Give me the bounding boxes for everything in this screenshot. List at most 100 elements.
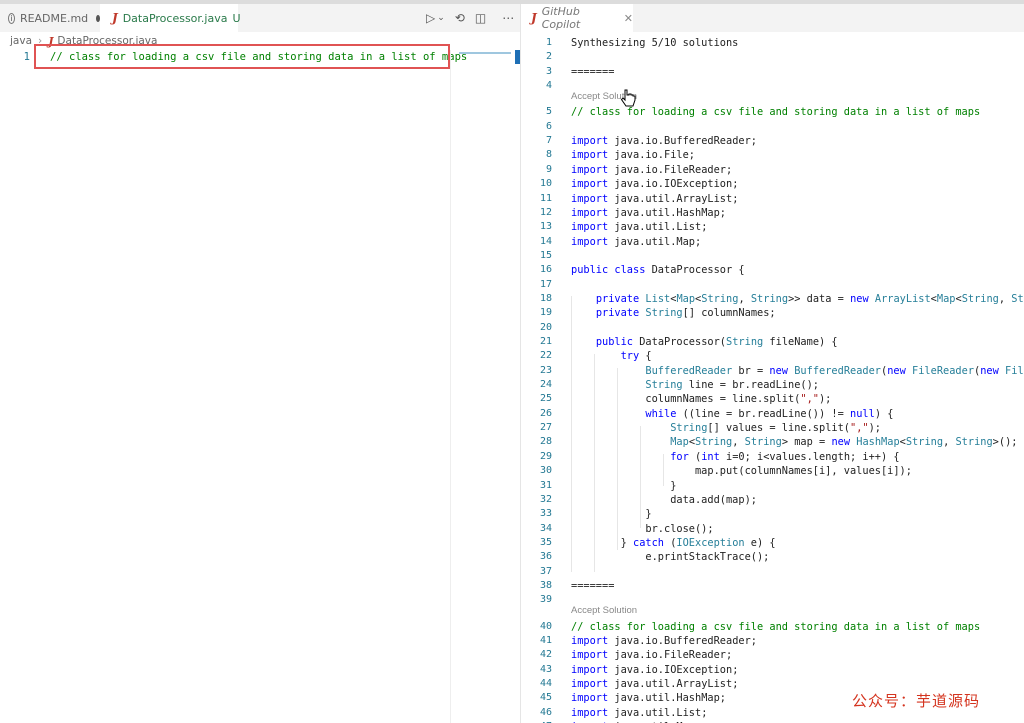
code-line[interactable]: 36 e.printStackTrace();: [521, 550, 1024, 564]
code-line[interactable]: 5// class for loading a csv file and sto…: [521, 105, 1024, 119]
code-text: }: [571, 508, 652, 521]
code-line[interactable]: 6: [521, 120, 1024, 134]
line-number: 27: [539, 422, 552, 434]
split-editor-icon[interactable]: ◫: [475, 11, 486, 25]
code-line[interactable]: 26 while ((line = br.readLine()) != null…: [521, 407, 1024, 421]
close-icon[interactable]: ✕: [624, 12, 633, 25]
chevron-down-icon[interactable]: ⌄: [437, 13, 445, 23]
java-file-icon: J: [112, 11, 118, 25]
copilot-solutions-panel[interactable]: Accept Solution Accept Solution 1 Synthes…: [521, 32, 1024, 723]
code-line[interactable]: 32 data.add(map);: [521, 493, 1024, 507]
line-number: 33: [539, 508, 552, 520]
tab-label: README.md: [19, 11, 89, 25]
code-line[interactable]: 4: [521, 79, 1024, 93]
code-line[interactable]: 15: [521, 249, 1024, 263]
code-line[interactable]: 13 import java.util.List;: [521, 220, 1024, 234]
code-line[interactable]: 41 import java.io.BufferedReader;: [521, 634, 1024, 648]
watermark: 公众号：芋道源码: [852, 692, 981, 710]
code-line[interactable]: 39: [521, 593, 1024, 607]
code-text: br.close();: [571, 522, 714, 535]
code-text: map.put(columnNames[i], values[i]);: [571, 465, 912, 478]
java-file-icon: J: [531, 11, 537, 25]
minimap-line: [459, 52, 511, 54]
code-line[interactable]: 21 public DataProcessor(String fileName)…: [521, 335, 1024, 349]
code-line[interactable]: 2: [521, 50, 1024, 64]
left-editor-group: i README.md J DataProcessor.java U ▷ ⌄ ⟲…: [0, 4, 520, 723]
hand-cursor-icon: [620, 89, 636, 107]
line-number: 35: [539, 536, 552, 548]
code-line[interactable]: 34 br.close();: [521, 522, 1024, 536]
more-actions-icon[interactable]: ⋯: [502, 11, 514, 25]
minimap[interactable]: [450, 50, 520, 723]
code-line[interactable]: 9 import java.io.FileReader;: [521, 163, 1024, 177]
code-text: =======: [571, 579, 615, 592]
code-line[interactable]: 20: [521, 321, 1024, 335]
code-text: // class for loading a csv file and stor…: [571, 620, 981, 633]
line-number: 21: [539, 336, 552, 347]
code-text: import java.io.BufferedReader;: [571, 135, 757, 148]
run-icon[interactable]: ▷: [426, 11, 435, 25]
line-number: 29: [539, 450, 552, 462]
code-text: private List<Map<String, String>> data =…: [595, 292, 1024, 305]
line-number: 36: [539, 551, 552, 563]
code-line[interactable]: 23 BufferedReader br = new BufferedReade…: [521, 364, 1024, 378]
code-line[interactable]: 1 Synthesizing 5/10 solutions: [521, 36, 1024, 50]
code-line[interactable]: 11 import java.util.ArrayList;: [521, 192, 1024, 206]
code-line[interactable]: 38 =======: [521, 579, 1024, 593]
compare-changes-icon[interactable]: ⟲: [455, 11, 465, 25]
code-line[interactable]: 27 String[] values = line.split(",");: [521, 421, 1024, 435]
breadcrumb-folder[interactable]: java: [10, 35, 32, 47]
code-line[interactable]: 18 private List<Map<String, String>> dat…: [521, 292, 1024, 306]
line-number: 8: [545, 149, 552, 161]
tab-label: GitHub Copilot: [541, 5, 581, 31]
code-line[interactable]: 28 Map<String, String> map = new HashMap…: [521, 435, 1024, 449]
code-line[interactable]: 33 }: [521, 507, 1024, 521]
code-line[interactable]: 43 import java.io.IOException;: [521, 663, 1024, 677]
code-line[interactable]: 30 map.put(columnNames[i], values[i]);: [521, 464, 1024, 478]
code-line[interactable]: 7 import java.io.BufferedReader;: [521, 134, 1024, 148]
code-line[interactable]: 37: [521, 565, 1024, 579]
code-text: for (int i=0; i<values.length; i++) {: [670, 450, 900, 463]
code-text: import java.io.BufferedReader;: [571, 635, 757, 647]
line-number: 39: [539, 594, 552, 606]
code-line[interactable]: 44 import java.util.ArrayList;: [521, 677, 1024, 691]
code-line[interactable]: 22 try {: [521, 349, 1024, 363]
line-number: 38: [539, 579, 552, 591]
code-line[interactable]: 40 // class for loading a csv file and st…: [521, 620, 1024, 634]
code-line[interactable]: 10 import java.io.IOException;: [521, 177, 1024, 191]
line-number: 26: [539, 407, 552, 419]
code-line[interactable]: 31 }: [521, 479, 1024, 493]
code-line[interactable]: 16 public class DataProcessor {: [521, 263, 1024, 277]
code-line[interactable]: 12 import java.util.HashMap;: [521, 206, 1024, 220]
code-line[interactable]: 19 private String[] columnNames;: [521, 306, 1024, 320]
line-number: 44: [539, 678, 552, 690]
code-line[interactable]: 29 for (int i=0; i<values.length; i++) {: [521, 450, 1024, 464]
tab-dataprocessor[interactable]: J DataProcessor.java U: [100, 4, 241, 32]
code-text: import java.io.FileReader;: [571, 649, 733, 662]
info-icon: i: [8, 12, 15, 24]
code-text: import java.io.File;: [571, 149, 695, 162]
code-text: public DataProcessor(String fileName) {: [595, 336, 838, 348]
line-number: 34: [539, 522, 552, 534]
code-line[interactable]: 25 columnNames = line.split(",");: [521, 392, 1024, 406]
line-number: 12: [539, 206, 552, 218]
tab-github-copilot[interactable]: J GitHub Copilot ✕: [521, 4, 633, 32]
right-tab-bar: J GitHub Copilot ✕: [521, 4, 1024, 32]
git-status-badge: U: [232, 11, 241, 25]
code-line[interactable]: 17: [521, 278, 1024, 292]
code-text: Synthesizing 5/10 solutions: [571, 37, 739, 49]
code-line[interactable]: 3 =======: [521, 65, 1024, 79]
line-number: 5: [545, 106, 552, 118]
code-line[interactable]: 8 import java.io.File;: [521, 148, 1024, 162]
line-number: 17: [539, 278, 552, 290]
code-line[interactable]: 35 } catch (IOException e) {: [521, 536, 1024, 550]
code-text: import java.util.ArrayList;: [571, 678, 739, 691]
code-editor[interactable]: 1 // class for loading a csv file and st…: [0, 50, 468, 723]
code-line[interactable]: 14 import java.util.Map;: [521, 235, 1024, 249]
line-number: 28: [539, 436, 552, 448]
line-number: 20: [539, 321, 552, 333]
code-line[interactable]: 42 import java.io.FileReader;: [521, 648, 1024, 662]
tab-readme[interactable]: i README.md: [0, 4, 100, 32]
code-text: =======: [571, 65, 615, 78]
code-line[interactable]: 24 String line = br.readLine();: [521, 378, 1024, 392]
